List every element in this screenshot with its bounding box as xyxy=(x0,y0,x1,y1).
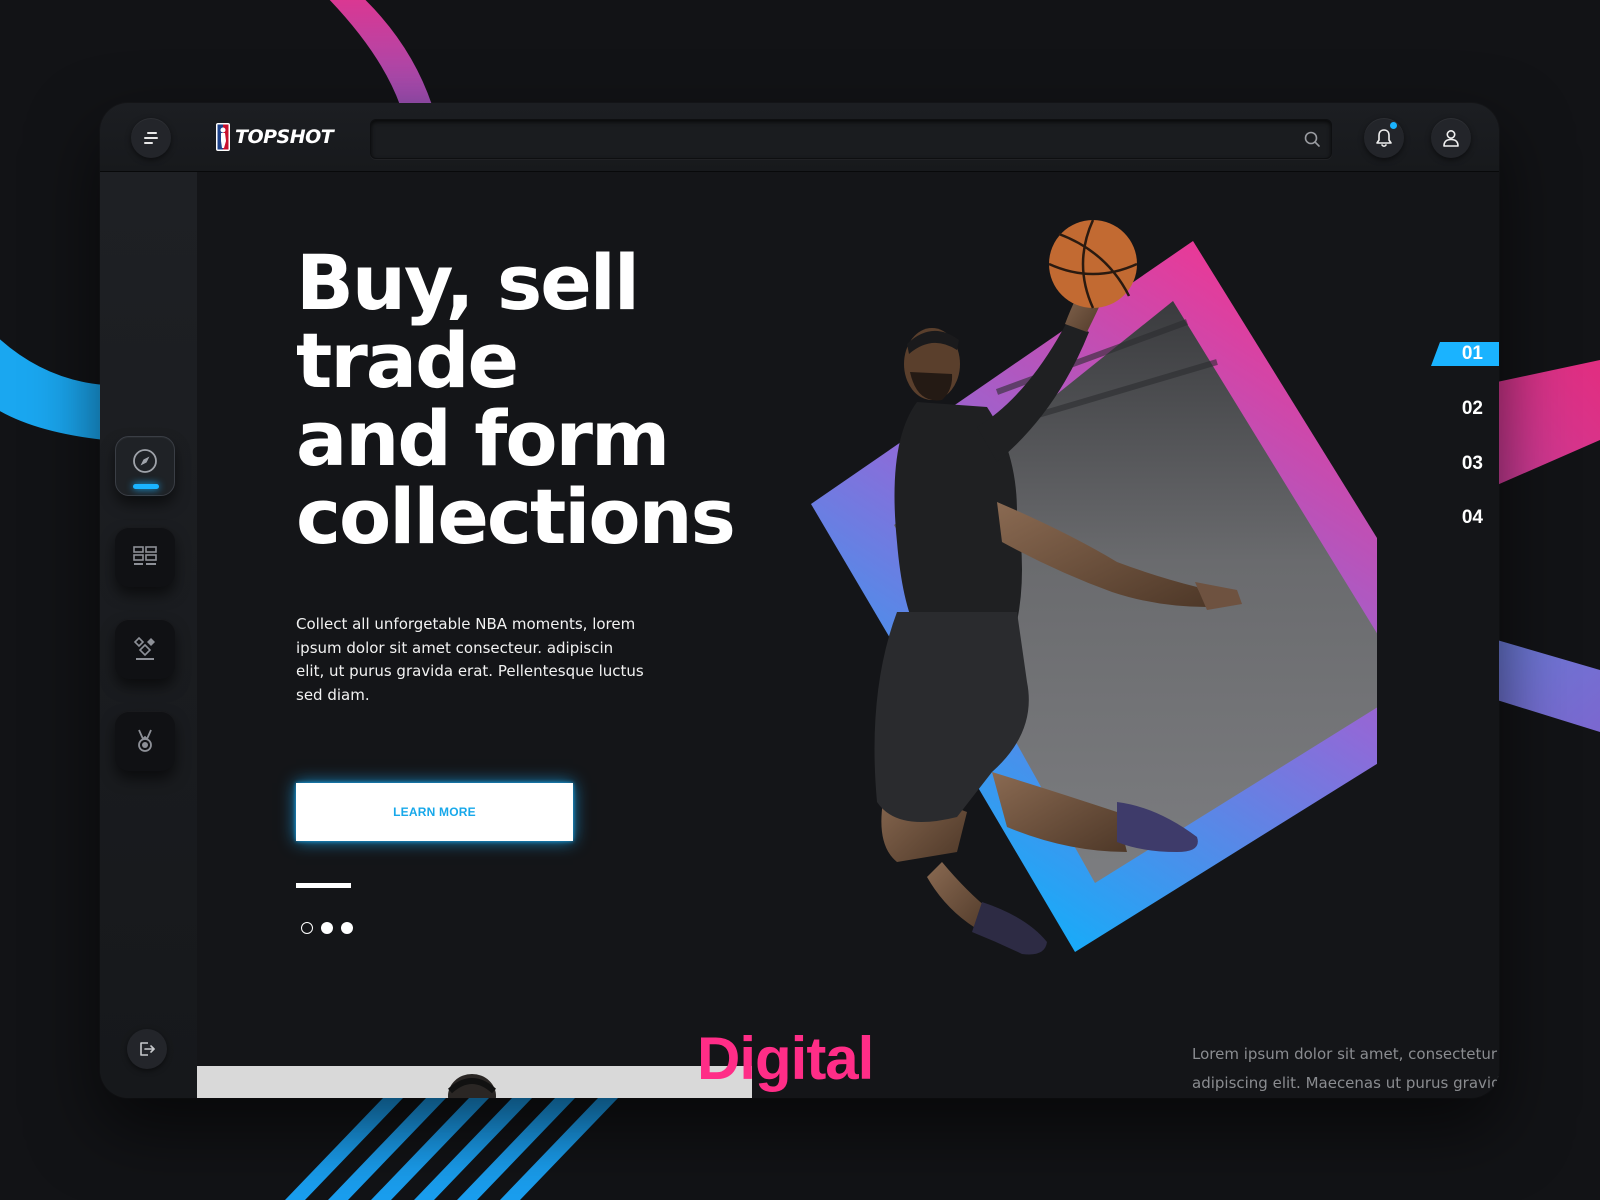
app-logo[interactable]: TOPSHOT xyxy=(216,121,334,153)
compass-icon xyxy=(133,449,157,473)
carousel-dot-1[interactable] xyxy=(301,922,313,934)
basketball xyxy=(1049,220,1137,308)
hero-title: Buy, sell trade and form collections xyxy=(296,244,856,556)
next-section-image xyxy=(197,1066,752,1098)
logout-icon xyxy=(140,1042,155,1056)
bell-icon xyxy=(1376,129,1392,148)
hero-description: Collect all unforgetable NBA moments, lo… xyxy=(296,615,644,704)
blue-diagonal-stripes xyxy=(285,1098,618,1200)
search-bar xyxy=(370,119,1332,159)
search-input[interactable] xyxy=(371,120,1331,158)
nba-logo-icon xyxy=(216,123,230,151)
top-bar: TOPSHOT xyxy=(100,103,1499,172)
pink-arc-top xyxy=(329,0,432,105)
blue-arc-left xyxy=(0,339,105,440)
carousel-dots xyxy=(301,922,353,934)
diamond-cluster-icon xyxy=(133,636,155,660)
notifications-button[interactable] xyxy=(1364,118,1404,158)
logo-text: TOPSHOT xyxy=(235,126,334,148)
slide-nav-04[interactable]: 04 xyxy=(1431,506,1499,530)
slide-progress-line xyxy=(296,883,351,888)
user-profile-button[interactable] xyxy=(1431,118,1471,158)
player-head-thumbnail xyxy=(447,1074,497,1098)
sidebar-item-dashboard[interactable] xyxy=(115,527,175,587)
sidebar-item-collections[interactable] xyxy=(115,619,175,679)
hero-title-line-3: collections xyxy=(296,472,736,561)
hero-title-line-1: Buy, sell trade xyxy=(296,238,640,405)
page-background: { "app": { "name": "Top Shot", "logo_tex… xyxy=(0,0,1600,1200)
carousel-dot-3[interactable] xyxy=(341,922,353,934)
section-description: Lorem ipsum dolor sit amet, consectetur … xyxy=(1192,1045,1499,1092)
sidebar-item-explore[interactable] xyxy=(115,436,175,496)
menu-button[interactable] xyxy=(131,118,171,158)
sidebar xyxy=(100,172,197,1098)
learn-more-button[interactable]: LEARN MORE xyxy=(296,783,573,841)
slide-nav-03[interactable]: 03 xyxy=(1431,452,1499,476)
logout-button[interactable] xyxy=(127,1029,167,1069)
sidebar-item-rewards[interactable] xyxy=(115,711,175,771)
user-icon xyxy=(1443,129,1459,147)
active-indicator xyxy=(133,484,159,489)
hero-title-line-2: and form xyxy=(296,394,670,483)
menu-icon xyxy=(144,132,158,144)
purple-ribbon-right xyxy=(1497,640,1600,732)
slide-nav-02[interactable]: 02 xyxy=(1431,397,1499,421)
search-icon[interactable] xyxy=(1304,131,1321,148)
dashboard-grid-icon xyxy=(133,546,157,565)
carousel-dot-2[interactable] xyxy=(321,922,333,934)
section-heading-digital: Digital xyxy=(697,1025,874,1092)
main-content: Buy, sell trade and form collections Col… xyxy=(197,172,1499,1098)
medal-icon xyxy=(138,729,152,752)
app-window: TOPSHOT Buy, sell trade and form collect… xyxy=(100,103,1499,1098)
pink-ribbon-right xyxy=(1497,360,1600,485)
notification-badge xyxy=(1390,122,1397,129)
slide-nav-01[interactable]: 01 xyxy=(1431,342,1499,366)
